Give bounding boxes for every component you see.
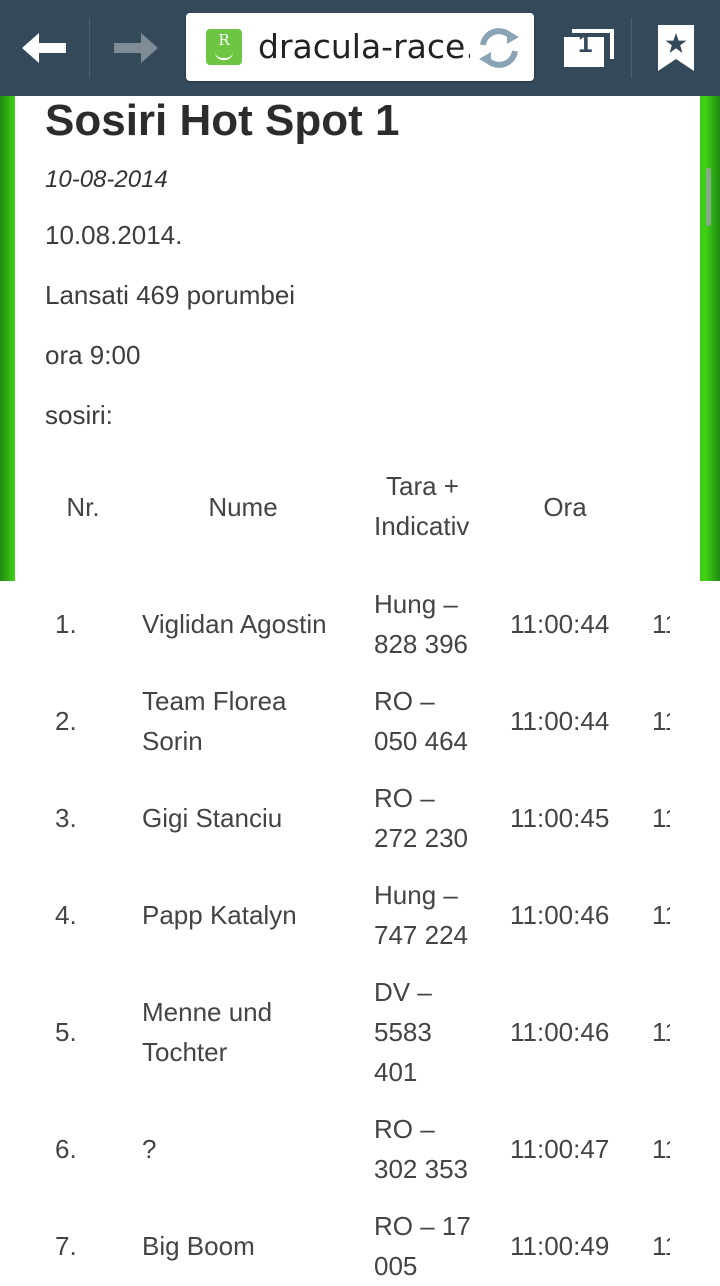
header-nr: Nr. <box>66 492 100 522</box>
scrollbar[interactable] <box>706 168 711 226</box>
tab-count: 1 <box>578 28 593 58</box>
back-arrow-icon <box>22 33 66 63</box>
cell-truncated: 11 <box>652 803 670 833</box>
url-text[interactable]: dracula-race. <box>258 13 470 81</box>
cell-time: 11:00:44 <box>510 609 610 639</box>
site-favicon-icon: R <box>206 29 242 65</box>
post-date: 10-08-2014 <box>45 166 168 193</box>
reload-icon[interactable] <box>474 23 524 73</box>
cell-time: 11:00:47 <box>510 1134 610 1164</box>
cell-name: ? <box>142 1134 157 1164</box>
back-button[interactable] <box>0 0 90 96</box>
cell-indicativ: Hung –828 396 <box>374 589 468 659</box>
cell-nr: 1. <box>55 609 77 639</box>
cell-name: Team Florea Sorin <box>142 686 287 756</box>
cell-nr: 4. <box>55 900 77 930</box>
cell-name: Gigi Stanciu <box>142 803 283 833</box>
cell-truncated: 11 <box>652 609 670 639</box>
cell-truncated: 11 <box>652 900 670 930</box>
cell-indicativ: DV –5583 401 <box>374 977 432 1087</box>
time-text: ora 9:00 <box>45 340 141 370</box>
cell-indicativ: RO –272 230 <box>374 783 468 853</box>
cell-indicativ: Hung –747 224 <box>374 880 468 950</box>
cell-nr: 3. <box>55 803 77 833</box>
cell-time: 11:00:46 <box>510 1017 610 1047</box>
cell-nr: 6. <box>55 1134 77 1164</box>
date-line: 10.08.2014. <box>45 220 183 250</box>
launched-text: Lansati 469 porumbei <box>45 280 296 310</box>
browser-toolbar: R dracula-race. 1 <box>0 0 720 97</box>
cell-name: Papp Katalyn <box>142 900 297 930</box>
cell-time: 11:00:46 <box>510 900 610 930</box>
cell-name: Big Boom <box>142 1231 255 1261</box>
tabs-button[interactable]: 1 <box>546 0 632 96</box>
bookmark-star-icon <box>658 25 694 71</box>
header-country-line2: Indicativ <box>374 511 470 541</box>
header-name: Nume <box>208 492 278 522</box>
bookmarks-button[interactable] <box>632 0 720 96</box>
cell-nr: 7. <box>55 1231 77 1261</box>
cell-time: 11:00:44 <box>510 706 610 736</box>
cell-nr: 5. <box>55 1017 77 1047</box>
cell-indicativ: RO –302 353 <box>374 1114 468 1184</box>
header-country: Tara + Indicativ <box>374 466 494 546</box>
cell-truncated: 11 <box>652 1231 670 1261</box>
cell-indicativ: RO – 17 005 <box>374 1211 471 1281</box>
cell-truncated: 11 <box>652 706 670 736</box>
page-title: Sosiri Hot Spot 1 <box>45 96 400 145</box>
cell-indicativ: RO –050 464 <box>374 686 468 756</box>
cell-time: 11:00:49 <box>510 1231 610 1261</box>
cell-name: Menne und Tochter <box>142 997 273 1067</box>
cell-name: Viglidan Agostin <box>142 609 327 639</box>
cell-truncated: 11 <box>652 1134 670 1164</box>
header-time: Ora <box>543 492 587 522</box>
arrivals-label: sosiri: <box>45 400 113 430</box>
header-country-line1: Tara + <box>386 471 459 501</box>
cell-nr: 2. <box>55 706 77 736</box>
cell-truncated: 11 <box>652 1017 670 1047</box>
forward-button[interactable] <box>90 0 180 96</box>
address-bar[interactable]: R dracula-race. <box>186 13 534 81</box>
cell-time: 11:00:45 <box>510 803 610 833</box>
forward-arrow-icon <box>114 33 158 63</box>
